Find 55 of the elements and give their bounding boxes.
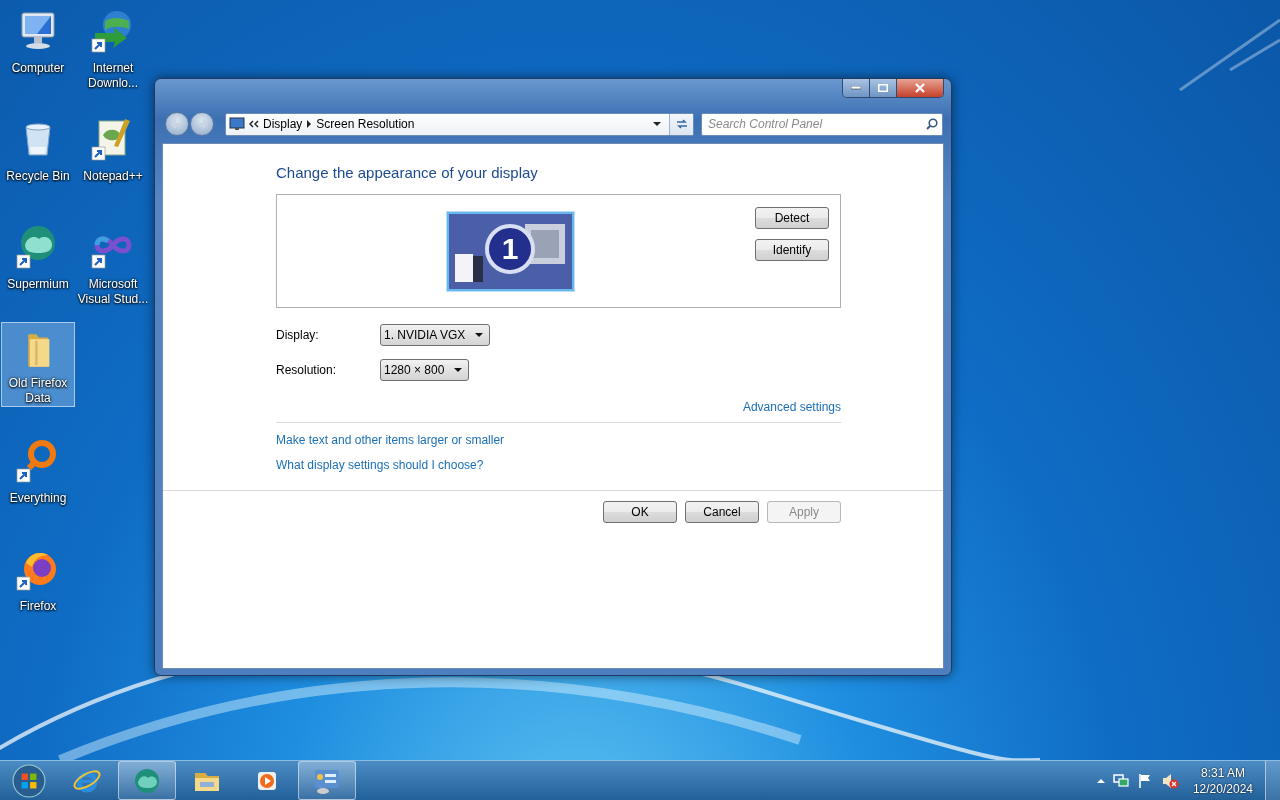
caret-down-icon — [454, 368, 463, 372]
search-field[interactable]: Search Control Panel — [708, 113, 926, 135]
desktop-item[interactable]: Supermium — [1, 216, 75, 324]
close-button[interactable] — [897, 79, 943, 97]
clock-date: 12/20/2024 — [1192, 780, 1253, 797]
maximize-icon — [878, 84, 888, 92]
caret-right-icon — [306, 120, 313, 128]
caret-down-icon — [653, 122, 661, 126]
taskbar-button[interactable] — [118, 761, 176, 800]
back-button[interactable] — [165, 112, 189, 136]
desktop-item[interactable]: Old Firefox Data — [1, 322, 75, 407]
panel-button[interactable]: Identify — [755, 239, 829, 261]
breadcrumb-item[interactable]: Screen Resolution — [312, 117, 419, 131]
minimize-button[interactable] — [843, 79, 870, 97]
panel-button[interactable]: Detect — [755, 207, 829, 229]
clock-time: 8:31 AM — [1200, 764, 1245, 781]
help-link[interactable]: What display settings should I choose? — [276, 457, 484, 473]
caret-down-icon — [475, 333, 484, 337]
page-heading: Change the appearance of your display — [276, 163, 539, 183]
network-icon — [1112, 772, 1129, 789]
help-link[interactable]: Make text and other items larger or smaller — [276, 432, 505, 448]
dialog-button[interactable]: Cancel — [685, 501, 759, 523]
desktop-item[interactable]: Notepad++ — [76, 108, 150, 216]
desktop-item[interactable]: Firefox — [1, 538, 75, 646]
dropdown[interactable]: 1280 × 800 — [380, 359, 470, 381]
taskbar-button[interactable] — [298, 761, 356, 800]
refresh-icon — [674, 118, 689, 130]
desktop-item[interactable]: Internet Downlo... — [76, 0, 150, 108]
desktop-item[interactable]: Microsoft Visual Stud... — [76, 216, 150, 324]
double-chevron-icon — [249, 120, 259, 128]
flag-icon — [1136, 772, 1153, 789]
dialog-button[interactable]: OK — [603, 501, 677, 523]
dropdown[interactable]: 1. NVIDIA VGX — [380, 324, 491, 346]
desktop-item[interactable]: Computer — [1, 0, 75, 108]
search-box[interactable]: Search Control Panel — [701, 112, 943, 136]
caret-up-icon — [1096, 778, 1105, 783]
desktop-item[interactable]: Everything — [1, 430, 75, 538]
close-icon — [915, 83, 925, 93]
arrow-right-icon — [196, 119, 208, 129]
forward-button[interactable] — [190, 112, 214, 136]
monitor-thumbnail[interactable]: 1 — [447, 212, 574, 291]
address-bar[interactable]: Display Screen Resolution — [225, 112, 694, 136]
control-panel-icon — [229, 117, 245, 131]
search-icon — [926, 118, 938, 130]
minimize-icon — [851, 86, 861, 90]
arrow-left-icon — [171, 119, 183, 129]
start-orb-icon — [12, 763, 46, 798]
refresh-button[interactable] — [669, 113, 693, 135]
advanced-settings-link[interactable]: Advanced settings — [742, 399, 841, 415]
desktop-item[interactable]: Recycle Bin — [1, 108, 75, 216]
breadcrumb-item[interactable]: Display — [259, 117, 307, 131]
field-label: Display: — [276, 328, 320, 342]
show-desktop-button[interactable] — [1265, 761, 1280, 800]
maximize-button[interactable] — [870, 79, 897, 97]
field-label: Resolution: — [276, 363, 338, 377]
